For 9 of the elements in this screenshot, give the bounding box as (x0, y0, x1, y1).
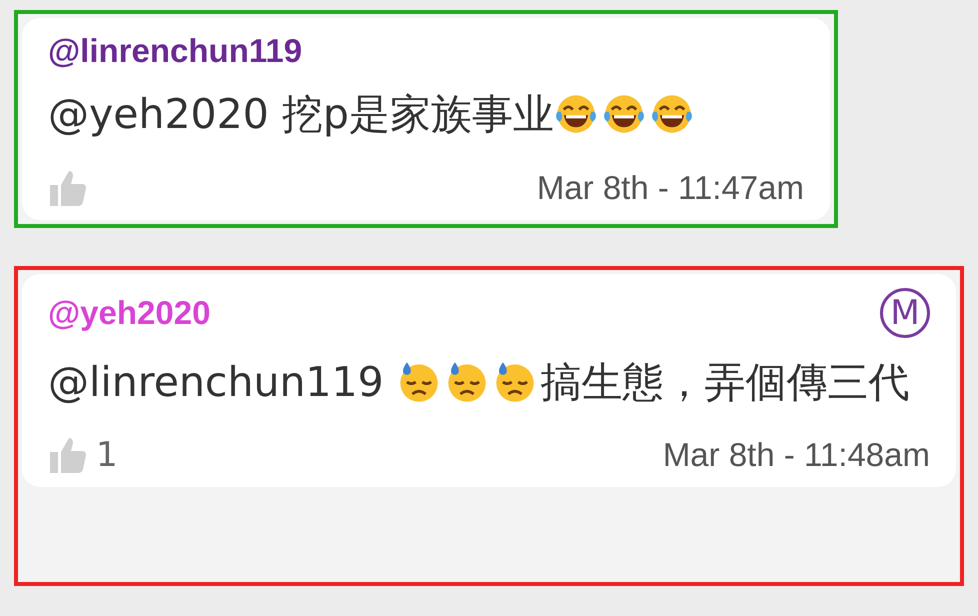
timestamp: Mar 8th - 11:47am (536, 168, 804, 206)
moderator-badge: M (880, 288, 930, 338)
comment-text: @linrenchun119 搞生態，弄個傳三代 (48, 356, 911, 408)
comment-text: @yeh2020 挖p是家族事业 (48, 84, 804, 146)
username[interactable]: @yeh2020 (48, 294, 210, 332)
timestamp: Mar 8th - 11:48am (662, 436, 930, 474)
like-count: 1 (96, 435, 118, 475)
thumbs-up-icon[interactable] (48, 435, 88, 475)
username[interactable]: @linrenchun119 (48, 32, 302, 70)
